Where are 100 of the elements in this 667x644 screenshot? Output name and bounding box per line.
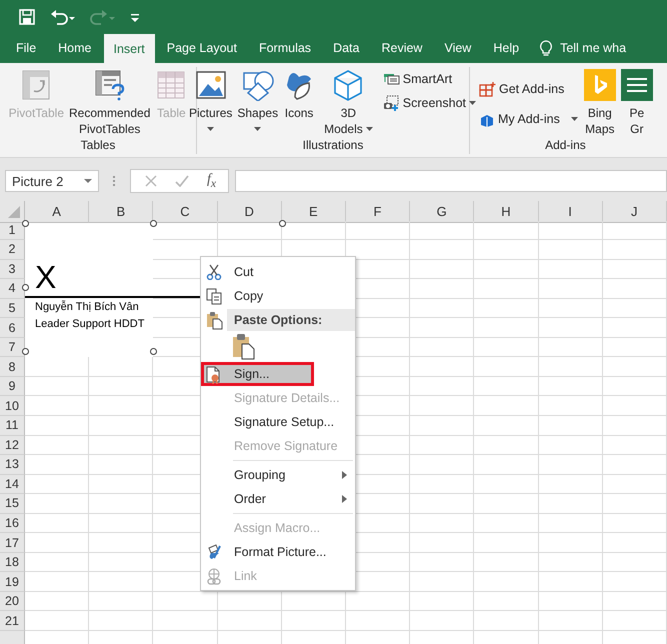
- ribbon-tab[interactable]: Page Layout: [156, 33, 247, 63]
- ribbon-tab[interactable]: Formulas: [248, 33, 322, 63]
- column-header[interactable]: E: [282, 201, 346, 223]
- grid-cell[interactable]: [410, 494, 474, 514]
- menu-item[interactable]: Signature Setup...: [201, 410, 355, 434]
- grid-cell[interactable]: [89, 572, 154, 592]
- grid-cell[interactable]: [410, 338, 474, 358]
- grid-cell[interactable]: [89, 552, 154, 572]
- grid-cell[interactable]: [602, 436, 667, 456]
- grid-cell[interactable]: [602, 376, 667, 396]
- row-header[interactable]: 18: [0, 552, 25, 572]
- grid-cell[interactable]: [602, 396, 667, 416]
- row-header[interactable]: 12: [0, 436, 25, 456]
- grid-cell[interactable]: [538, 514, 603, 534]
- menu-item[interactable]: Grouping: [201, 463, 355, 487]
- ribbon-button[interactable]: Shapes: [235, 67, 280, 138]
- grid-cell[interactable]: [538, 592, 603, 612]
- insert-function-button[interactable]: f$_{x}$: [207, 172, 216, 190]
- resize-handle[interactable]: [150, 348, 157, 355]
- undo-icon[interactable]: [50, 8, 76, 26]
- grid-cell[interactable]: [25, 455, 90, 475]
- ribbon-tab[interactable]: File: [6, 33, 46, 63]
- grid-cell[interactable]: [346, 592, 410, 612]
- ribbon-button[interactable]: Recommended PivotTables: [67, 67, 152, 138]
- row-header[interactable]: 2: [0, 240, 25, 260]
- grid-cell[interactable]: [410, 533, 474, 553]
- grid-cell[interactable]: [538, 455, 603, 475]
- row-header[interactable]: 6: [0, 318, 25, 338]
- grid-cell[interactable]: [410, 357, 474, 377]
- row-header[interactable]: 14: [0, 474, 25, 494]
- grid-cell[interactable]: [25, 552, 90, 572]
- ribbon-tab[interactable]: View: [434, 33, 482, 63]
- row-header[interactable]: 16: [0, 514, 25, 534]
- grid-cell[interactable]: [89, 592, 154, 612]
- row-header[interactable]: 15: [0, 494, 25, 514]
- ribbon-button[interactable]: Get Add-ins: [479, 79, 578, 99]
- check-icon[interactable]: [175, 175, 189, 187]
- grid-cell[interactable]: [346, 220, 410, 240]
- grid-cell[interactable]: [410, 376, 474, 396]
- grid-cell[interactable]: [410, 240, 474, 260]
- row-header[interactable]: 3: [0, 260, 25, 280]
- grid-cell[interactable]: [602, 298, 667, 318]
- column-header[interactable]: I: [538, 201, 603, 223]
- grid-cell[interactable]: [602, 592, 667, 612]
- grid-cell[interactable]: [602, 240, 667, 260]
- grid-cell[interactable]: [602, 260, 667, 280]
- grid-cell[interactable]: [474, 494, 538, 514]
- grid-cell[interactable]: [25, 396, 90, 416]
- grid-cell[interactable]: [474, 396, 538, 416]
- menu-item[interactable]: Copy: [201, 284, 355, 308]
- grid-cell[interactable]: [474, 298, 538, 318]
- ribbon-button[interactable]: Bing Maps: [582, 67, 618, 138]
- ribbon-tab[interactable]: Home: [48, 33, 102, 63]
- grid-cell[interactable]: [538, 240, 603, 260]
- grid-cell[interactable]: [474, 318, 538, 338]
- grid-cell[interactable]: [602, 338, 667, 358]
- grid-cell[interactable]: [602, 455, 667, 475]
- paste-clipboard-icon[interactable]: [232, 333, 255, 360]
- ribbon-button[interactable]: Pictures: [187, 67, 234, 138]
- row-header[interactable]: 4: [0, 279, 25, 299]
- column-header[interactable]: H: [474, 201, 538, 223]
- grid-cell[interactable]: [25, 416, 90, 436]
- grid-cell[interactable]: [25, 474, 90, 494]
- grid-cell[interactable]: [538, 220, 603, 240]
- ribbon-button[interactable]: SmartArt: [382, 69, 476, 89]
- grid-cell[interactable]: [474, 338, 538, 358]
- grid-cell[interactable]: [218, 611, 282, 632]
- grid-cell[interactable]: [89, 396, 154, 416]
- resize-handle[interactable]: [22, 348, 29, 355]
- row-header[interactable]: 11: [0, 416, 25, 436]
- grid-cell[interactable]: [538, 572, 603, 592]
- grid-cell[interactable]: [538, 260, 603, 280]
- row-header[interactable]: 17: [0, 533, 25, 553]
- grid-cell[interactable]: [538, 318, 603, 338]
- grid-cell[interactable]: [538, 552, 603, 572]
- row-header[interactable]: 9: [0, 376, 25, 396]
- ribbon-tab[interactable]: Help: [483, 33, 530, 63]
- close-icon[interactable]: [145, 175, 157, 187]
- grid-cell[interactable]: [602, 533, 667, 553]
- grid-cell[interactable]: [25, 514, 90, 534]
- row-header[interactable]: 19: [0, 572, 25, 592]
- grid-cell[interactable]: [602, 572, 667, 592]
- grid-cell[interactable]: [602, 318, 667, 338]
- ribbon-button[interactable]: My Add-ins: [479, 109, 578, 129]
- column-header[interactable]: B: [89, 201, 154, 223]
- grid-cell[interactable]: [538, 533, 603, 553]
- save-icon[interactable]: [18, 8, 36, 26]
- name-box[interactable]: Picture 2: [5, 170, 99, 192]
- row-header[interactable]: 10: [0, 396, 25, 416]
- grid-cell[interactable]: [474, 552, 538, 572]
- grid-cell[interactable]: [602, 279, 667, 299]
- grid-cell[interactable]: [538, 416, 603, 436]
- row-header[interactable]: 7: [0, 338, 25, 358]
- resize-handle[interactable]: [279, 220, 286, 227]
- grid-cell[interactable]: [410, 572, 474, 592]
- grid-cell[interactable]: [89, 514, 154, 534]
- grid-cell[interactable]: [25, 494, 90, 514]
- grid-cell[interactable]: [538, 474, 603, 494]
- menu-item[interactable]: Sign...: [201, 362, 314, 386]
- grid-cell[interactable]: [25, 376, 90, 396]
